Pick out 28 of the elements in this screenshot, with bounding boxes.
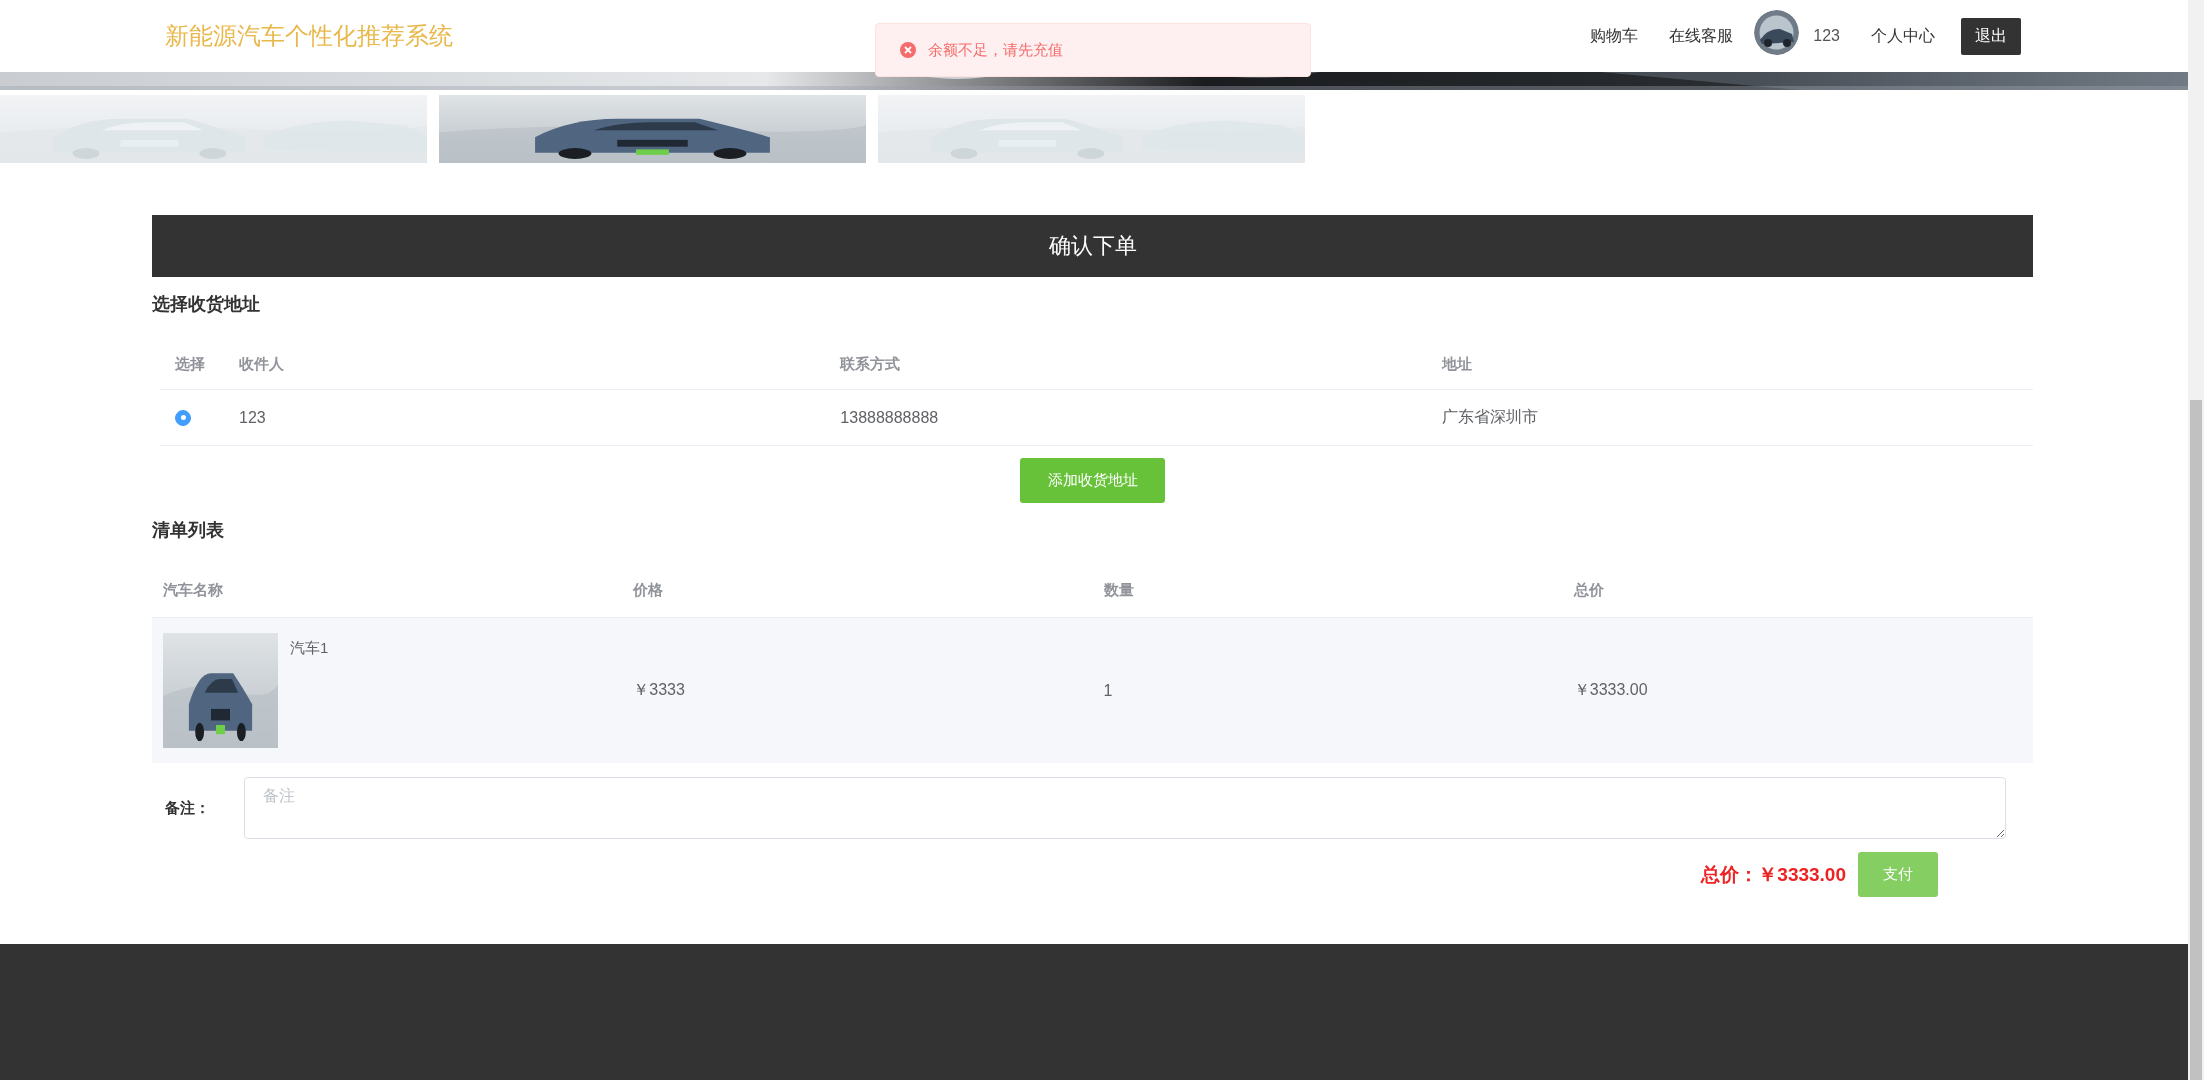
total-price: 总价：￥3333.00 (1701, 862, 1846, 887)
username: 123 (1813, 27, 1840, 45)
table-cell: 123 (229, 390, 831, 446)
logout-button[interactable]: 退出 (1961, 17, 2021, 55)
column-header: 选择 (160, 339, 229, 390)
nav-link[interactable]: 在线客服 (1669, 25, 1734, 47)
column-header: 地址 (1431, 339, 2033, 390)
table-cell: 13888888888 (830, 390, 1432, 446)
scrollbar-thumb[interactable] (2190, 400, 2202, 1080)
toast-message: 余额不足，请先充值 (928, 40, 1063, 60)
site-title: 新能源汽车个性化推荐系统 (165, 21, 453, 51)
column-header: 联系方式 (830, 339, 1432, 390)
radio-button[interactable] (175, 409, 191, 426)
table-cell-text: ￥3333 (633, 680, 685, 700)
section-title: 清单列表 (152, 519, 224, 542)
remark-label: 备注： (164, 798, 211, 818)
nav-link[interactable]: 购物车 (1590, 25, 1639, 47)
car-name: 汽车1 (290, 639, 329, 658)
column-header: 收件人 (229, 339, 831, 390)
error-icon (900, 42, 916, 58)
table-cell: 1 (1103, 681, 1113, 700)
table-cell: 广东省深圳市 (1431, 390, 2033, 446)
avatar-icon (1754, 10, 1800, 55)
order-header: 确认下单 (152, 215, 2033, 277)
table-cell-text: ￥3333.00 (1573, 680, 1648, 700)
remark-field[interactable]: 备注 (244, 777, 2006, 839)
section-title: 选择收货地址 (152, 293, 260, 316)
nav-link[interactable]: 个人中心 (1871, 25, 1935, 47)
